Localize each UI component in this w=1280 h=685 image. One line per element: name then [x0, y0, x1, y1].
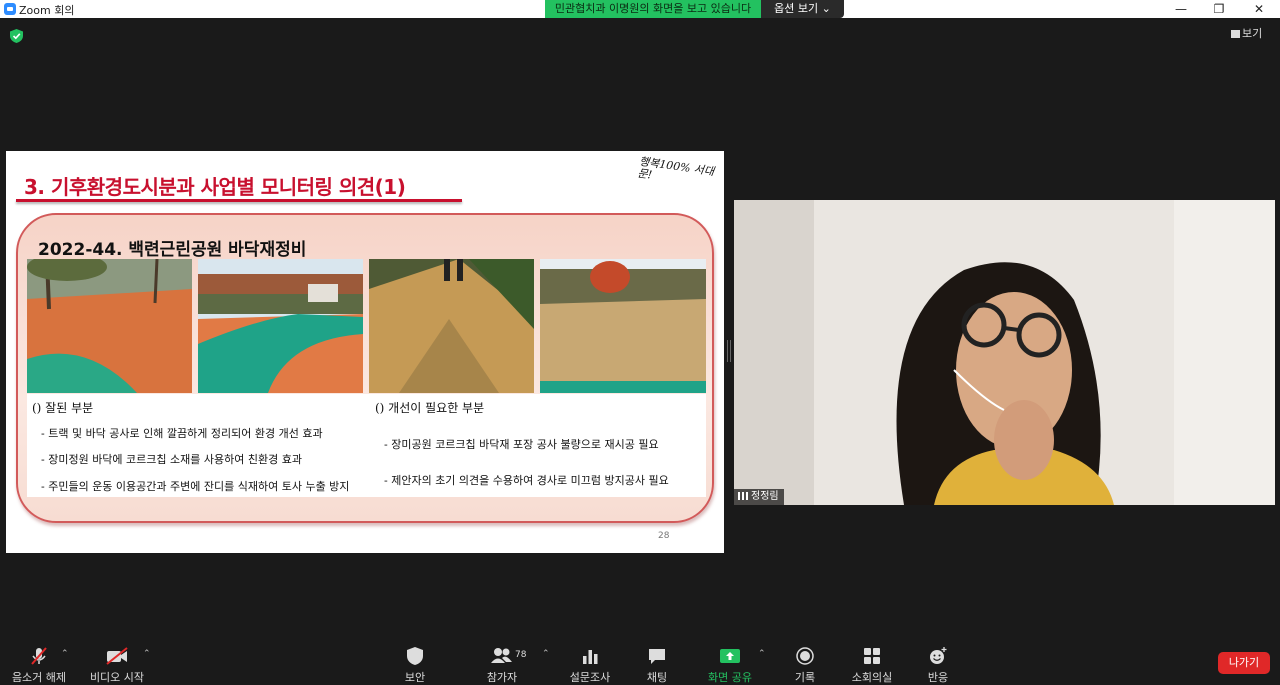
improvement-points-box: () 개선이 필요한 부분 - 장미공원 코르크칩 바닥재 포장 공사 불량으로… [370, 394, 706, 497]
start-video-label: 비디오 시작 [89, 671, 145, 684]
reactions-label: 반응 [927, 671, 949, 684]
improvement-item: - 제안자의 초기 의견을 수용하여 경사로 미끄럼 방지공사 필요 [384, 474, 669, 487]
participants-options-chevron[interactable]: ⌃ [542, 649, 550, 659]
panel-resize-handle[interactable] [727, 340, 731, 362]
breakout-rooms-button[interactable]: 소회의실 [846, 646, 898, 684]
share-screen-button[interactable]: 화면 공유 [704, 646, 756, 684]
participants-label: 참가자 [486, 671, 518, 684]
reactions-button[interactable]: 반응 [914, 646, 962, 684]
improvement-heading: () 개선이 필요한 부분 [375, 401, 485, 415]
share-screen-label: 화면 공유 [708, 671, 752, 684]
start-video-button[interactable]: 비디오 시작 [86, 646, 148, 684]
good-points-heading: () 잘된 부분 [32, 401, 94, 415]
security-button[interactable]: 보안 [390, 646, 440, 684]
zoom-logo-icon [4, 3, 16, 15]
good-point-item: - 장미정원 바닥에 코르크칩 소재를 사용하여 친환경 효과 [41, 453, 302, 466]
close-button[interactable]: ✕ [1239, 0, 1279, 18]
view-label: 보기 [1242, 27, 1263, 40]
photo-park-track-2 [198, 259, 363, 393]
chat-button[interactable]: 채팅 [632, 646, 682, 684]
title-underline [16, 199, 462, 202]
encryption-shield-icon[interactable] [10, 29, 23, 43]
unmute-label: 음소거 해제 [11, 671, 67, 684]
slide-title: 3. 기후환경도시분과 사업별 모니터링 의견(1) [24, 175, 406, 199]
project-title: 2022-44. 백련근린공원 바닥재정비 [38, 240, 307, 260]
participant-name-tag: 정정림 [734, 489, 784, 505]
participants-icon [491, 648, 512, 663]
good-point-item: - 주민들의 운동 이용공간과 주변에 잔디를 식재하여 토사 누출 방지 [41, 480, 350, 493]
shield-icon [407, 647, 423, 665]
polls-label: 설문조사 [569, 671, 611, 684]
view-options-button[interactable]: 옵션 보기 ⌄ [761, 0, 844, 18]
participant-video-frame [734, 200, 1275, 505]
minimize-button[interactable]: — [1161, 0, 1201, 18]
photo-park-track-1 [27, 259, 192, 393]
layout-view-button[interactable]: 보기 [1231, 25, 1273, 43]
chat-label: 채팅 [646, 671, 668, 684]
bar-chart-icon [583, 650, 598, 664]
project-panel: 2022-44. 백련근린공원 바닥재정비 () 잘된 부분 - 트랙 및 바닥… [16, 213, 714, 523]
signal-strength-icon [738, 492, 748, 500]
emoji-reaction-icon [930, 647, 947, 664]
audio-options-chevron[interactable]: ⌃ [61, 649, 69, 659]
record-button[interactable]: 기록 [780, 646, 830, 684]
share-screen-icon [720, 649, 740, 663]
good-point-item: - 트랙 및 바닥 공사로 인해 깔끔하게 정리되어 환경 개선 효과 [41, 427, 323, 440]
photo-cork-path [369, 259, 534, 393]
participant-video[interactable]: 정정림 [734, 200, 1275, 505]
video-options-chevron[interactable]: ⌃ [143, 649, 151, 659]
participant-name: 정정림 [751, 491, 779, 502]
security-label: 보안 [404, 671, 426, 684]
window-title: Zoom 회의 [19, 4, 75, 17]
breakout-rooms-icon [864, 648, 880, 664]
share-options-chevron[interactable]: ⌃ [758, 649, 766, 659]
photo-grass-field [540, 259, 706, 393]
chat-bubble-icon [649, 649, 665, 664]
improvement-item: - 장미공원 코르크칩 바닥재 포장 공사 불량으로 재시공 필요 [384, 438, 659, 451]
page-number: 28 [658, 531, 670, 541]
slide-logo: 행복100% 서대문! [636, 154, 715, 182]
polls-button[interactable]: 설문조사 [565, 646, 615, 684]
screen-share-banner: 민관협치과 이명원의 화면을 보고 있습니다 [545, 0, 761, 18]
record-icon [796, 647, 814, 665]
grid-icon [1231, 30, 1240, 38]
video-off-icon [106, 647, 128, 665]
leave-meeting-button[interactable]: 나가기 [1218, 652, 1270, 674]
breakout-rooms-label: 소회의실 [851, 671, 893, 684]
participant-count: 78 [515, 650, 527, 660]
shared-screen-slide: 3. 기후환경도시분과 사업별 모니터링 의견(1) 행복100% 서대문! 2… [6, 151, 724, 553]
maximize-button[interactable]: ❐ [1199, 0, 1239, 18]
record-label: 기록 [794, 671, 816, 684]
microphone-muted-icon [31, 647, 47, 665]
good-points-box: () 잘된 부분 - 트랙 및 바닥 공사로 인해 깔끔하게 정리되어 환경 개… [27, 394, 370, 497]
